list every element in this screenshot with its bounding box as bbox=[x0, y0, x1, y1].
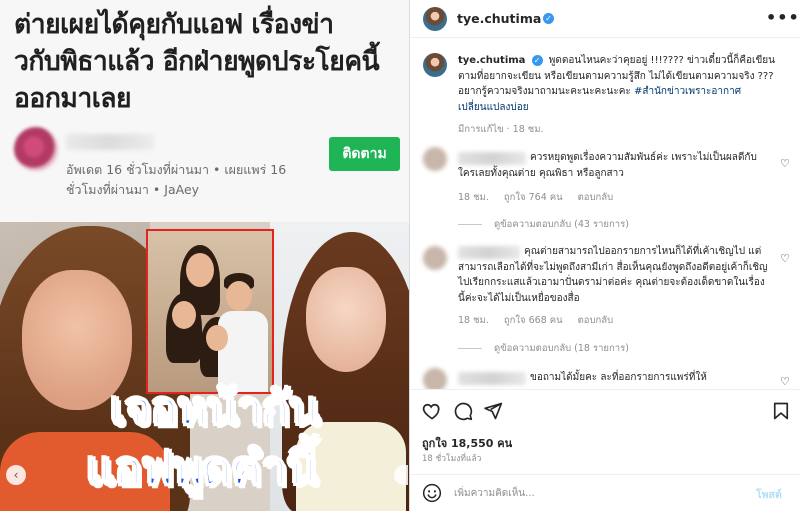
carousel-prev-icon[interactable]: ‹ bbox=[6, 465, 26, 485]
comment-item: username ขอถามได้มั้ยคะ ละที่ออกรายการแพ… bbox=[410, 0, 800, 389]
comment-text: ขอถามได้มั้ยคะ ละที่ออกรายการแพร่ที่ให้ bbox=[530, 372, 707, 383]
likes-count[interactable]: ถูกใจ 18,550 คน bbox=[422, 434, 512, 452]
comment-bubble-icon[interactable] bbox=[453, 401, 473, 421]
article-thumbnail[interactable]: เจอหน้ากัน แอฟพูดคำนี้ ‹ bbox=[0, 222, 409, 511]
carousel-next-icon[interactable] bbox=[394, 465, 408, 485]
commenter-avatar[interactable] bbox=[423, 368, 447, 389]
comment-input[interactable] bbox=[454, 483, 744, 503]
post-timestamp: 18 ชั่วโมงที่แล้ว bbox=[422, 454, 482, 464]
article-headline[interactable]: ต่ายเผยได้คุยกับแอฟ เรื่องข่าวกับพิธาแล้… bbox=[14, 6, 399, 117]
person-right-face bbox=[306, 267, 386, 372]
author-avatar[interactable] bbox=[14, 127, 58, 171]
post-actions-bar bbox=[410, 389, 800, 429]
article-meta: อัพเดต 16 ชั่วโมงที่ผ่านมา • เผยแพร่ 16 … bbox=[66, 162, 287, 197]
inset-person-face bbox=[226, 281, 252, 311]
inset-person-face bbox=[206, 325, 228, 351]
share-paper-plane-icon[interactable] bbox=[483, 401, 503, 421]
thumbnail-overlay-text-2: แอฟพูดคำนี้ bbox=[85, 440, 319, 496]
add-comment-bar: โพสต์ bbox=[410, 474, 800, 511]
author-name-blurred[interactable]: author bbox=[66, 134, 154, 150]
follow-button[interactable]: ติดตาม bbox=[329, 137, 400, 171]
emoji-icon[interactable] bbox=[422, 483, 442, 503]
article-panel: ต่ายเผยได้คุยกับแอฟ เรื่องข่าวกับพิธาแล้… bbox=[0, 0, 409, 511]
inset-person-face bbox=[172, 301, 196, 329]
post-comment-button[interactable]: โพสต์ bbox=[756, 486, 782, 503]
article-header: ต่ายเผยได้คุยกับแอฟ เรื่องข่าวกับพิธาแล้… bbox=[0, 0, 409, 222]
bookmark-icon[interactable] bbox=[771, 401, 791, 421]
inset-person-face bbox=[186, 253, 214, 287]
heart-icon[interactable] bbox=[422, 401, 442, 421]
family-inset-photo bbox=[146, 229, 274, 394]
instagram-post-panel: tye.chutima ✓ ••• tye.chutima ✓ พูดตอนไห… bbox=[410, 0, 800, 511]
comment-like-heart-icon[interactable]: ♡ bbox=[780, 375, 790, 388]
